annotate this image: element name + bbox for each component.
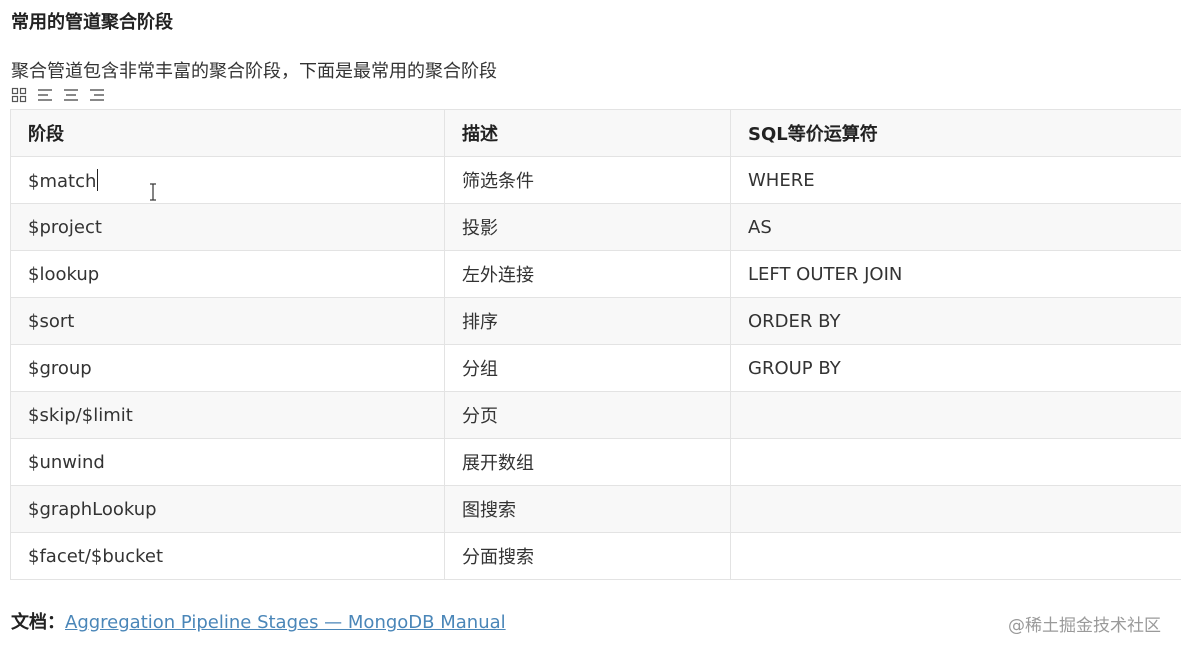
intro-text: 聚合管道包含非常丰富的聚合阶段，下面是最常用的聚合阶段 bbox=[11, 61, 497, 82]
stage-name: $match bbox=[28, 170, 97, 192]
header-sql-equivalent[interactable]: SQL等价运算符 bbox=[730, 109, 1181, 157]
description-cell[interactable]: 分组 bbox=[444, 344, 731, 392]
table-row: $project 投影 AS bbox=[10, 203, 1181, 251]
stage-cell[interactable]: $project bbox=[10, 203, 445, 251]
align-left-icon[interactable] bbox=[37, 87, 53, 103]
text-caret bbox=[97, 168, 99, 191]
header-stage[interactable]: 阶段 bbox=[10, 109, 445, 157]
section-heading: 常用的管道聚合阶段 bbox=[11, 12, 173, 33]
table-row: $facet/$bucket 分面搜索 bbox=[10, 532, 1181, 580]
text-cursor-icon bbox=[150, 183, 156, 201]
sql-cell[interactable] bbox=[730, 438, 1181, 486]
description-cell[interactable]: 投影 bbox=[444, 203, 731, 251]
stage-cell[interactable]: $lookup bbox=[10, 250, 445, 298]
table-row: $unwind 展开数组 bbox=[10, 438, 1181, 486]
description-cell[interactable]: 分页 bbox=[444, 391, 731, 439]
description-cell[interactable]: 展开数组 bbox=[444, 438, 731, 486]
aggregation-stages-table: 阶段 描述 SQL等价运算符 $match 筛选条件 WHERE $projec… bbox=[10, 109, 1181, 580]
grid-icon[interactable] bbox=[11, 87, 27, 103]
documentation-line: 文档： Aggregation Pipeline Stages — MongoD… bbox=[11, 608, 506, 634]
watermark: @稀土掘金技术社区 bbox=[1008, 616, 1161, 636]
sql-cell[interactable] bbox=[730, 391, 1181, 439]
stage-cell[interactable]: $unwind bbox=[10, 438, 445, 486]
description-cell[interactable]: 左外连接 bbox=[444, 250, 731, 298]
sql-cell[interactable]: LEFT OUTER JOIN bbox=[730, 250, 1181, 298]
table-row: $skip/$limit 分页 bbox=[10, 391, 1181, 439]
sql-cell[interactable] bbox=[730, 532, 1181, 580]
description-cell[interactable]: 排序 bbox=[444, 297, 731, 345]
stage-cell[interactable]: $group bbox=[10, 344, 445, 392]
sql-cell[interactable]: GROUP BY bbox=[730, 344, 1181, 392]
align-right-icon[interactable] bbox=[89, 87, 105, 103]
stage-cell[interactable]: $sort bbox=[10, 297, 445, 345]
description-cell[interactable]: 图搜索 bbox=[444, 485, 731, 533]
mongodb-manual-link[interactable]: Aggregation Pipeline Stages — MongoDB Ma… bbox=[65, 612, 506, 633]
sql-cell[interactable] bbox=[730, 485, 1181, 533]
align-center-icon[interactable] bbox=[63, 87, 79, 103]
table-header-row: 阶段 描述 SQL等价运算符 bbox=[10, 109, 1181, 157]
sql-cell[interactable]: WHERE bbox=[730, 156, 1181, 204]
table-row: $match 筛选条件 WHERE bbox=[10, 156, 1181, 204]
table-row: $sort 排序 ORDER BY bbox=[10, 297, 1181, 345]
table-row: $graphLookup 图搜索 bbox=[10, 485, 1181, 533]
table-row: $lookup 左外连接 LEFT OUTER JOIN bbox=[10, 250, 1181, 298]
stage-cell[interactable]: $skip/$limit bbox=[10, 391, 445, 439]
sql-cell[interactable]: ORDER BY bbox=[730, 297, 1181, 345]
sql-cell[interactable]: AS bbox=[730, 203, 1181, 251]
doc-label: 文档： bbox=[11, 612, 65, 633]
table-row: $group 分组 GROUP BY bbox=[10, 344, 1181, 392]
stage-cell[interactable]: $match bbox=[10, 156, 445, 204]
table-toolbar bbox=[11, 86, 105, 104]
stage-cell[interactable]: $facet/$bucket bbox=[10, 532, 445, 580]
stage-cell[interactable]: $graphLookup bbox=[10, 485, 445, 533]
header-description[interactable]: 描述 bbox=[444, 109, 731, 157]
description-cell[interactable]: 筛选条件 bbox=[444, 156, 731, 204]
description-cell[interactable]: 分面搜索 bbox=[444, 532, 731, 580]
